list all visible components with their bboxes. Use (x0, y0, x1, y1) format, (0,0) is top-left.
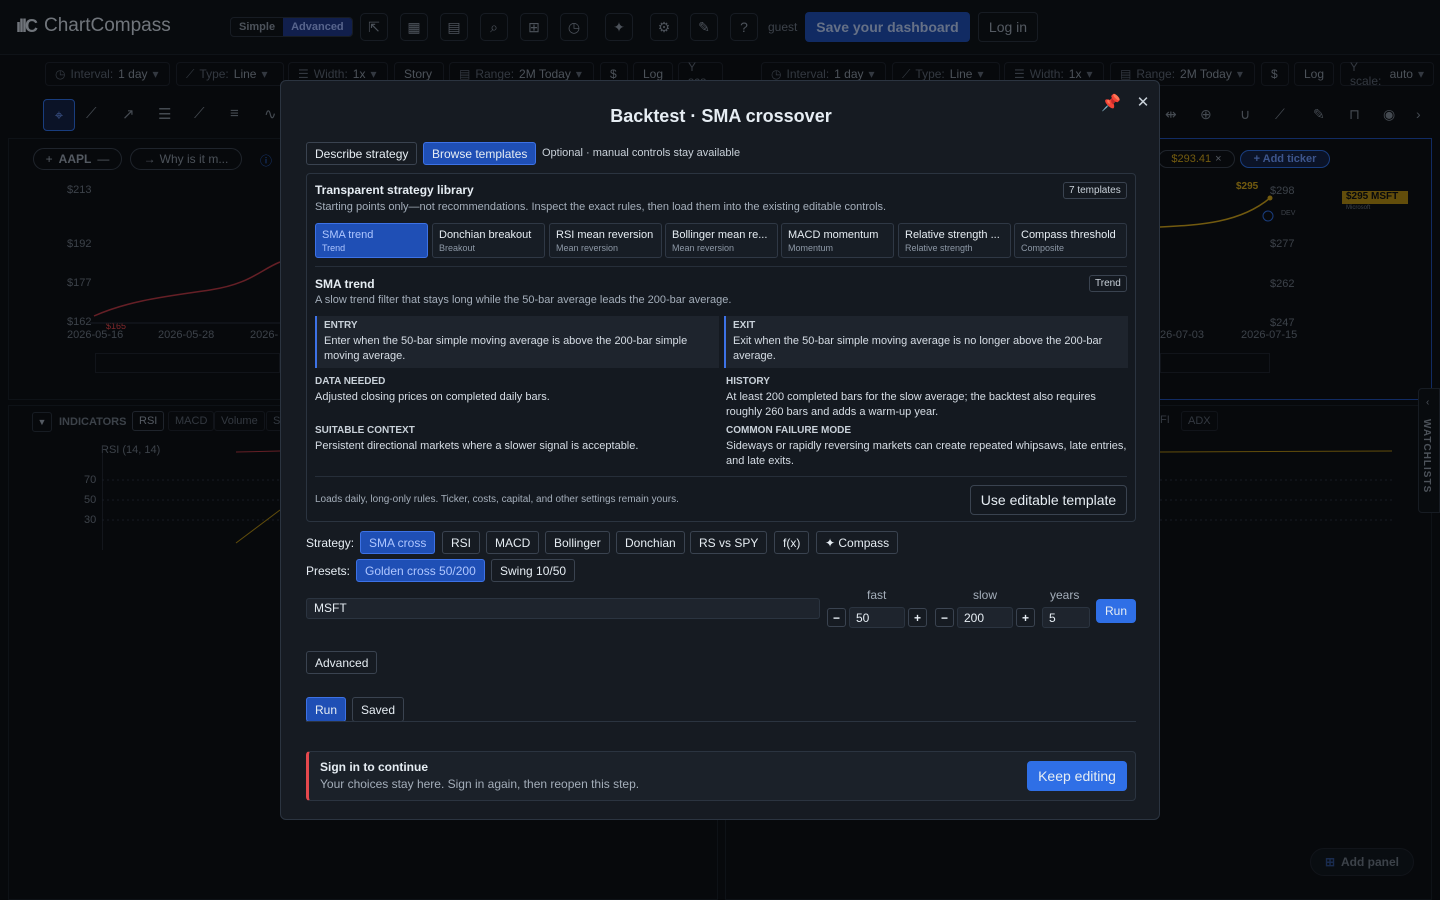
sign-in-text: Your choices stay here. Sign in again, t… (320, 777, 640, 791)
template-category: Composite (1021, 243, 1065, 253)
strategy-custom-formula[interactable]: f(x) (774, 531, 810, 554)
template-name: Compass threshold (1021, 229, 1116, 241)
template-category: Mean reversion (672, 243, 735, 253)
history-text: At least 200 completed bars for the slow… (726, 391, 1096, 418)
pin-icon[interactable]: 📌 (1101, 93, 1121, 113)
entry-heading: ENTRY (324, 320, 358, 331)
tab-run[interactable]: Run (306, 697, 347, 722)
template-card-relative-strength[interactable]: Relative strength ... Relative strength (898, 223, 1011, 258)
preset-golden-cross[interactable]: Golden cross 50/200 (356, 559, 485, 582)
suitable-context: SUITABLE CONTEXT Persistent directional … (315, 425, 719, 454)
presets-label: Presets: (306, 564, 351, 578)
entry-rule: ENTRY Enter when the 50-bar simple movin… (315, 316, 719, 368)
template-name: Bollinger mean re... (672, 229, 768, 241)
template-name: RSI mean reversion (556, 229, 654, 241)
exit-heading: EXIT (733, 320, 756, 331)
history-heading: HISTORY (726, 376, 770, 387)
library-footer: Loads daily, long-only rules. Ticker, co… (315, 494, 679, 505)
tab-browse-templates[interactable]: Browse templates (423, 142, 537, 165)
template-card-macd[interactable]: MACD momentum Momentum (781, 223, 894, 258)
failure-heading: COMMON FAILURE MODE (726, 425, 851, 436)
template-category: Relative strength (905, 243, 973, 253)
template-name: Relative strength ... (905, 229, 1000, 241)
close-icon[interactable]: ✕ (1133, 93, 1153, 113)
optional-note: Optional · manual controls stay availabl… (542, 147, 741, 159)
keep-editing-button[interactable]: Keep editing (1027, 761, 1127, 791)
data-text: Adjusted closing prices on completed dai… (315, 391, 550, 403)
years-input[interactable]: 5 (1042, 607, 1090, 628)
strategy-label: Strategy: (306, 536, 355, 550)
slow-decrement-button[interactable]: − (935, 608, 954, 627)
template-card-bollinger[interactable]: Bollinger mean re... Mean reversion (665, 223, 778, 258)
divider (315, 266, 1127, 267)
backtest-modal: Backtest · SMA crossover 📌 ✕ Describe st… (280, 80, 1160, 820)
divider (315, 476, 1127, 477)
sign-in-notice: Sign in to continue Your choices stay he… (306, 751, 1136, 801)
selected-template-summary: A slow trend filter that stays long whil… (315, 294, 732, 306)
failure-text: Sideways or rapidly reversing markets ca… (726, 440, 1127, 467)
strategy-library: Transparent strategy library Starting po… (306, 173, 1136, 522)
exit-rule: EXIT Exit when the 50-bar simple moving … (724, 316, 1128, 368)
preset-swing[interactable]: Swing 10/50 (491, 559, 576, 582)
data-needed: DATA NEEDED Adjusted closing prices on c… (315, 376, 719, 405)
history-requirement: HISTORY At least 200 completed bars for … (726, 376, 1130, 420)
tab-underline (306, 721, 1136, 722)
template-card-compass[interactable]: Compass threshold Composite (1014, 223, 1127, 258)
selected-template-title: SMA trend (315, 277, 375, 291)
template-name: SMA trend (322, 229, 374, 241)
template-count-badge: 7 templates (1063, 182, 1127, 199)
modal-title: Backtest · SMA crossover (610, 106, 832, 126)
entry-text: Enter when the 50-bar simple moving aver… (324, 335, 688, 362)
years-label: years (1050, 588, 1080, 602)
strategy-bollinger[interactable]: Bollinger (545, 531, 610, 554)
template-category: Mean reversion (556, 243, 619, 253)
template-card-donchian[interactable]: Donchian breakout Breakout (432, 223, 545, 258)
sign-in-title: Sign in to continue (320, 760, 428, 774)
run-button[interactable]: Run (1096, 599, 1136, 623)
advanced-toggle[interactable]: Advanced (306, 651, 378, 674)
template-category: Breakout (439, 243, 476, 253)
strategy-rs-vs-spy[interactable]: RS vs SPY (690, 531, 768, 554)
fast-increment-button[interactable]: + (908, 608, 927, 627)
fast-label: fast (867, 588, 887, 602)
fast-decrement-button[interactable]: − (827, 608, 846, 627)
strategy-donchian[interactable]: Donchian (616, 531, 685, 554)
context-text: Persistent directional markets where a s… (315, 440, 639, 452)
ticker-input[interactable]: MSFT (306, 598, 820, 619)
library-subtitle: Starting points only—not recommendations… (315, 201, 887, 213)
template-name: Donchian breakout (439, 229, 532, 241)
strategy-sma-cross[interactable]: SMA cross (360, 531, 436, 554)
template-card-sma-trend[interactable]: SMA trend Trend (315, 223, 428, 258)
strategy-macd[interactable]: MACD (486, 531, 540, 554)
template-category: Trend (322, 243, 346, 253)
tab-describe-strategy[interactable]: Describe strategy (306, 142, 418, 165)
strategy-rsi[interactable]: RSI (442, 531, 481, 554)
context-heading: SUITABLE CONTEXT (315, 425, 415, 436)
data-heading: DATA NEEDED (315, 376, 386, 387)
slow-label: slow (973, 588, 998, 602)
fast-input[interactable]: 50 (849, 607, 905, 628)
template-card-rsi[interactable]: RSI mean reversion Mean reversion (549, 223, 662, 258)
slow-increment-button[interactable]: + (1016, 608, 1035, 627)
template-name: MACD momentum (788, 229, 879, 241)
exit-text: Exit when the 50-bar simple moving avera… (733, 335, 1103, 362)
template-category: Momentum (788, 243, 834, 253)
failure-mode: COMMON FAILURE MODE Sideways or rapidly … (726, 425, 1130, 469)
slow-input[interactable]: 200 (957, 607, 1013, 628)
library-title: Transparent strategy library (315, 183, 474, 197)
tab-saved[interactable]: Saved (352, 697, 405, 722)
selected-category-badge: Trend (1089, 275, 1127, 292)
strategy-compass[interactable]: ✦ Compass (816, 531, 899, 554)
use-editable-template-button[interactable]: Use editable template (970, 485, 1127, 515)
